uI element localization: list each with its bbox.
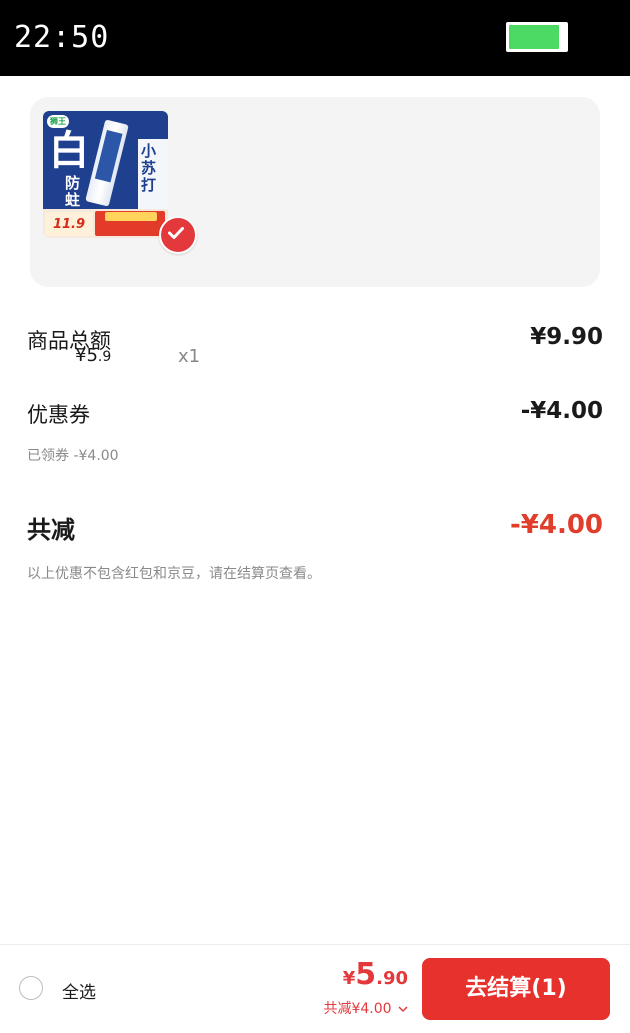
product-image-promo-banner [95, 211, 165, 236]
goods-total-label: 商品总额 [27, 329, 111, 353]
checkmark-icon [168, 227, 184, 239]
total-price: ¥5.90 [342, 957, 408, 992]
total-reduction-label: 共减 [27, 516, 75, 544]
discount-detail-toggle[interactable]: 共减¥4.00 [323, 998, 408, 1018]
product-image-title: 白 [49, 127, 89, 174]
product-image-price-tag: 11.9 [45, 212, 93, 236]
checkout-button[interactable]: 去结算(1) [422, 958, 610, 1020]
battery-icon [506, 22, 568, 52]
item-selected-checkbox[interactable] [159, 216, 197, 254]
item-quantity: x1 [178, 346, 201, 367]
product-image-side-text: 小苏打 [141, 142, 157, 194]
product-image-subtitle: 防蛀 [65, 174, 81, 209]
total-reduction-value: -¥4.00 [509, 510, 603, 540]
clock: 22:50 [14, 20, 110, 55]
discount-detail-text: 共减¥4.00 [323, 1001, 392, 1017]
discount-disclaimer: 以上优惠不包含红包和京豆，请在结算页查看。 [27, 566, 321, 582]
coupon-label: 优惠券 [27, 403, 90, 427]
chevron-down-icon [398, 1005, 408, 1012]
goods-total-value: ¥9.90 [530, 324, 603, 350]
coupon-value: -¥4.00 [520, 398, 603, 424]
select-all-radio[interactable] [19, 976, 43, 1000]
select-all-label[interactable]: 全选 [62, 978, 96, 1003]
battery-level [509, 25, 559, 49]
status-bar: 22:50 [0, 0, 630, 76]
cart-item-card[interactable]: 狮王 白 防蛀 小苏打 11.9 ¥5.9 x1 [30, 97, 600, 367]
product-image[interactable]: 狮王 白 防蛀 小苏打 11.9 [43, 111, 168, 238]
coupon-note: 已领券 -¥4.00 [27, 448, 119, 464]
bottom-checkout-bar: 全选 ¥5.90 共减¥4.00 去结算(1) [0, 944, 630, 1033]
